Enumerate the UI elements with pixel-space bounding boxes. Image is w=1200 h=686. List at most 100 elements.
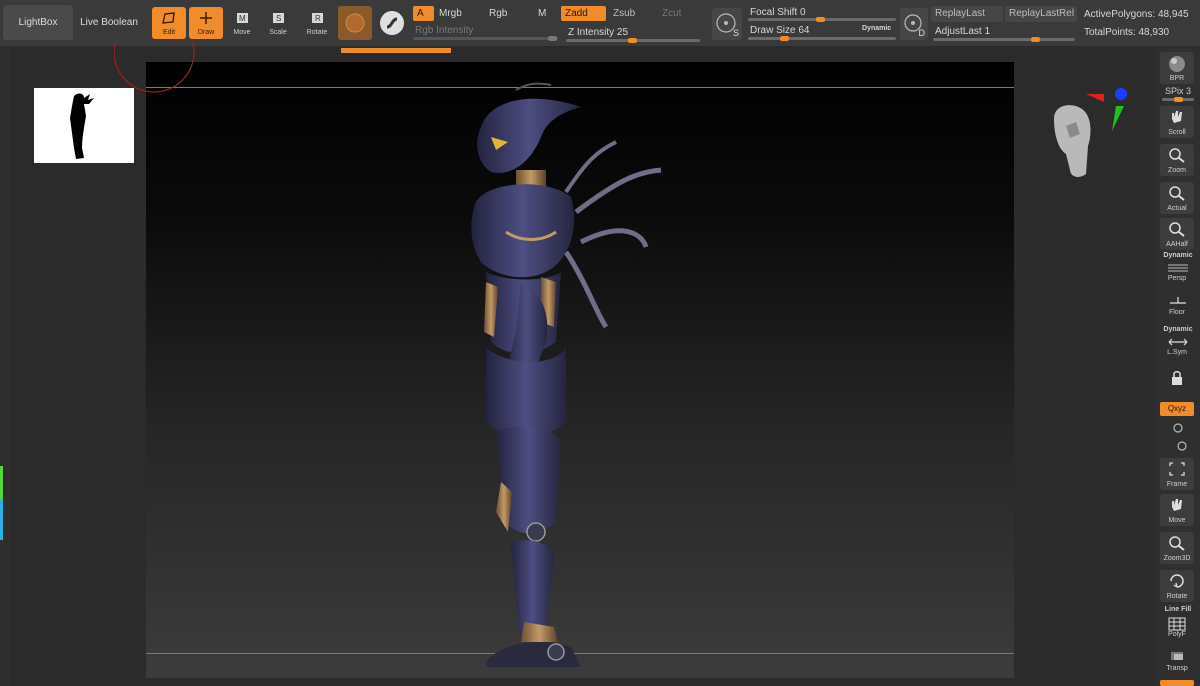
symmetry-arrows-icon xyxy=(1168,338,1188,346)
actual-button[interactable]: Actual xyxy=(1160,182,1194,214)
rgb-intensity-slider[interactable] xyxy=(413,36,558,41)
floor-button[interactable]: Floor xyxy=(1160,292,1194,318)
line-fill-label: Line Fill xyxy=(1164,606,1192,613)
dynamics-button[interactable]: D xyxy=(900,8,928,40)
persp-button[interactable]: Persp xyxy=(1160,260,1194,284)
draw-size-slider[interactable] xyxy=(748,36,896,41)
bottom-tray-indicator xyxy=(1160,680,1194,686)
edit-tool-label: Edit xyxy=(162,29,176,36)
edit-tool-button[interactable]: Edit xyxy=(152,7,186,39)
aahalf-button[interactable]: AAHalf xyxy=(1160,218,1194,250)
rotate-y-icon[interactable] xyxy=(1172,422,1184,434)
m-toggle[interactable]: M xyxy=(538,8,546,19)
rgb-intensity-label: Rgb Intensity xyxy=(415,25,474,36)
left-color-indicator xyxy=(0,466,3,540)
rotate-view-icon xyxy=(1170,574,1184,588)
replay-last-button[interactable]: ReplayLast xyxy=(931,6,1003,22)
stroke-button[interactable] xyxy=(378,9,406,37)
floor-icon xyxy=(1170,297,1186,304)
silhouette-figure xyxy=(70,93,94,159)
total-points-readout: TotalPoints: 48,930 xyxy=(1084,27,1170,38)
svg-text:R: R xyxy=(315,14,321,23)
move-view-button[interactable]: Move xyxy=(1160,494,1194,526)
zadd-toggle[interactable]: Zadd xyxy=(561,6,606,21)
bpr-sphere-icon xyxy=(1169,56,1185,72)
scale-tool-label: Scale xyxy=(269,29,287,36)
stroke-icon xyxy=(380,11,404,35)
rotate-tool-button[interactable]: R Rotate xyxy=(300,7,334,39)
polyf-button[interactable]: PolyF xyxy=(1160,614,1194,640)
draw-size-value: 64 xyxy=(798,25,810,36)
local-button[interactable] xyxy=(1160,366,1194,394)
move-tool-label: Move xyxy=(233,29,251,36)
lock-icon xyxy=(1172,371,1182,385)
scroll-button[interactable]: Scroll xyxy=(1160,106,1194,138)
move-icon: M xyxy=(237,13,248,23)
silhouette-thumbnail xyxy=(34,88,134,163)
zsub-toggle[interactable]: Zsub xyxy=(609,6,657,21)
spix-slider[interactable] xyxy=(1162,97,1194,102)
adjust-last-value: 1 xyxy=(984,26,991,37)
dynamic-toggle[interactable]: Dynamic xyxy=(862,25,891,32)
draw-tool-button[interactable]: Draw xyxy=(189,7,223,39)
d-key-label: D xyxy=(918,28,926,38)
mrgb-toggle[interactable]: Mrgb xyxy=(439,8,462,19)
active-polygons-readout: ActivePolygons: 48,945 xyxy=(1084,9,1189,20)
left-tray xyxy=(0,48,10,686)
viewport-canvas[interactable] xyxy=(114,42,1014,678)
rotate-z-icon[interactable] xyxy=(1176,440,1188,452)
draw-size-label: Draw Size 64 xyxy=(750,25,810,36)
move-tool-button[interactable]: M Move xyxy=(225,7,259,39)
head-navigator-icon xyxy=(1054,88,1127,177)
zcut-toggle[interactable]: Zcut xyxy=(662,8,681,19)
persp-dynamic-label: Dynamic xyxy=(1163,252,1193,259)
transparency-icon xyxy=(1171,652,1183,660)
rotate-icon: R xyxy=(312,13,323,23)
scale-icon: S xyxy=(273,13,284,23)
move-hand-icon xyxy=(1172,499,1182,511)
lsym-button[interactable]: L.Sym xyxy=(1160,334,1194,358)
rotate-view-button[interactable]: Rotate xyxy=(1160,570,1194,602)
lsym-dynamic-label: Dynamic xyxy=(1163,326,1193,333)
transp-button[interactable]: Transp xyxy=(1160,646,1194,674)
frame-button[interactable]: Frame xyxy=(1160,458,1194,490)
navigation-gizmo[interactable] xyxy=(1044,84,1134,184)
color-a-toggle[interactable]: A xyxy=(413,6,434,21)
rgb-toggle[interactable]: Rgb xyxy=(489,8,507,19)
actual-magnifier-icon xyxy=(1169,186,1185,201)
top-toolbar: LightBox Live Boolean Edit Draw M Move S… xyxy=(0,0,1200,46)
z-intensity-label: Z Intensity 25 xyxy=(568,27,629,38)
focal-button[interactable]: S xyxy=(712,8,742,40)
z-intensity-value: 25 xyxy=(616,27,629,38)
frame-icon xyxy=(1169,462,1185,476)
focal-shift-value: 0 xyxy=(800,7,806,18)
spix-label: SPix 3 xyxy=(1164,86,1192,96)
grid-icon xyxy=(1168,264,1188,272)
right-tray: BPR SPix 3 Scroll Zoom Actual AAHalf Dyn… xyxy=(1156,48,1200,686)
magnifier-icon xyxy=(1169,148,1185,163)
draw-icon xyxy=(200,12,212,24)
draw-tool-label: Draw xyxy=(197,29,215,36)
live-boolean-button[interactable]: Live Boolean xyxy=(76,5,142,40)
polyframe-icon xyxy=(1168,617,1186,631)
replay-last-rel-button[interactable]: ReplayLastRel xyxy=(1005,6,1077,22)
s-key-label: S xyxy=(732,28,739,38)
bpr-button[interactable]: BPR xyxy=(1160,52,1194,84)
focal-shift-slider[interactable] xyxy=(748,17,896,22)
adjust-last-label: AdjustLast 1 xyxy=(935,26,991,37)
zoom-button[interactable]: Zoom xyxy=(1160,144,1194,176)
z-intensity-slider[interactable] xyxy=(566,38,700,43)
lightbox-button[interactable]: LightBox xyxy=(3,5,73,40)
active-palette-indicator xyxy=(341,48,451,53)
spix-value: 3 xyxy=(1186,86,1192,96)
rotate-tool-label: Rotate xyxy=(306,29,328,36)
adjust-last-slider[interactable] xyxy=(933,37,1075,42)
material-button[interactable] xyxy=(338,6,372,40)
zoom3d-icon xyxy=(1169,536,1185,551)
zoom3d-button[interactable]: Zoom3D xyxy=(1160,532,1194,564)
scale-tool-button[interactable]: S Scale xyxy=(261,7,295,39)
svg-text:S: S xyxy=(276,14,281,23)
robot-character-model[interactable] xyxy=(446,82,686,672)
aahalf-magnifier-icon xyxy=(1169,222,1185,237)
xyz-button[interactable]: Qxyz xyxy=(1160,402,1194,416)
